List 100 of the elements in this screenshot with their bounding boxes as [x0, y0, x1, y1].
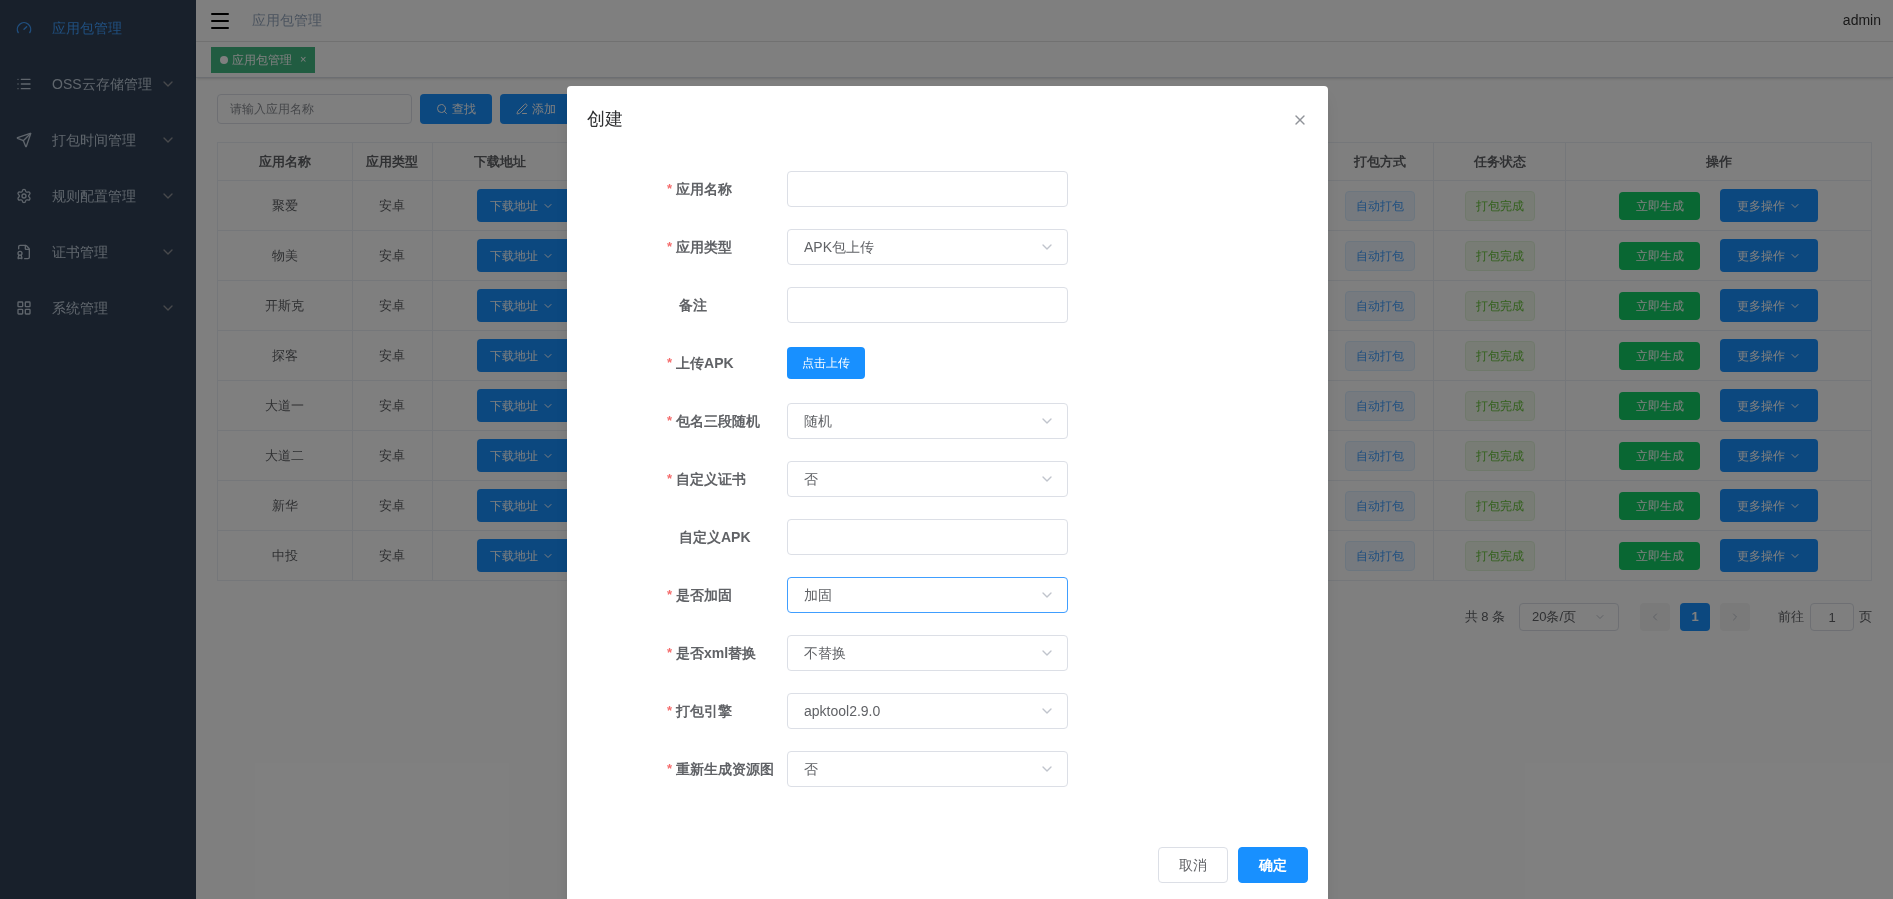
column-header: 操作: [1705, 153, 1732, 169]
field-label: 是否加固: [676, 585, 733, 605]
download-dropdown[interactable]: 下载地址: [476, 189, 567, 222]
more-actions-dropdown[interactable]: 更多操作: [1720, 239, 1819, 272]
list-icon: [16, 76, 32, 92]
required-mark: *: [667, 644, 673, 663]
select-field[interactable]: apktool2.9.0: [787, 693, 1068, 729]
required-mark: *: [667, 354, 673, 373]
select-field[interactable]: 随机: [787, 403, 1068, 439]
required-mark: *: [667, 412, 673, 431]
generate-button[interactable]: 立即生成: [1619, 391, 1701, 420]
required-mark: *: [667, 760, 673, 779]
download-dropdown[interactable]: 下载地址: [476, 289, 567, 322]
more-actions-dropdown[interactable]: 更多操作: [1720, 439, 1819, 472]
sidebar-item[interactable]: 应用包管理: [0, 0, 196, 56]
method-tag: 自动打包: [1345, 490, 1416, 521]
download-dropdown[interactable]: 下载地址: [476, 339, 567, 372]
sidebar-item[interactable]: 规则配置管理: [0, 168, 196, 224]
text-field[interactable]: [787, 171, 1068, 207]
download-dropdown[interactable]: 下载地址: [476, 239, 567, 272]
tag-close[interactable]: ×: [300, 51, 307, 68]
field-label: 应用类型: [676, 237, 733, 257]
required-mark: *: [667, 586, 673, 605]
text-field[interactable]: [787, 287, 1068, 323]
status-tag: 打包完成: [1464, 240, 1535, 271]
user-name[interactable]: admin: [1842, 10, 1881, 31]
status-tag: 打包完成: [1464, 390, 1535, 421]
gear-icon: [16, 188, 32, 204]
table-cell: 安卓: [379, 497, 406, 513]
more-actions-dropdown[interactable]: 更多操作: [1720, 189, 1819, 222]
status-tag: 打包完成: [1464, 290, 1535, 321]
field-label: 打包引擎: [676, 701, 733, 721]
grid-icon: [16, 300, 32, 316]
dialog-button[interactable]: 确定: [1238, 847, 1308, 883]
select-field[interactable]: 否: [787, 751, 1068, 787]
generate-button[interactable]: 立即生成: [1619, 491, 1701, 520]
more-actions-dropdown[interactable]: 更多操作: [1720, 539, 1819, 572]
status-tag: 打包完成: [1464, 440, 1535, 471]
generate-button[interactable]: 立即生成: [1619, 241, 1701, 270]
select-field[interactable]: 否: [787, 461, 1068, 497]
required-mark: *: [667, 470, 673, 489]
sidebar-item[interactable]: 证书管理: [0, 224, 196, 280]
table-cell: 安卓: [379, 447, 406, 463]
field-label: 备注: [679, 295, 707, 315]
generate-button[interactable]: 立即生成: [1619, 291, 1701, 320]
status-tag: 打包完成: [1464, 340, 1535, 371]
toolbar-button[interactable]: 查找: [420, 94, 492, 124]
table-cell: 中投: [271, 547, 298, 563]
sidebar-item[interactable]: 打包时间管理: [0, 112, 196, 168]
upload-button[interactable]: 点击上传: [787, 347, 865, 379]
select-field[interactable]: 不替换: [787, 635, 1068, 671]
method-tag: 自动打包: [1345, 340, 1416, 371]
search-icon: [436, 103, 448, 115]
table-cell: 安卓: [379, 247, 406, 263]
sidebar-item[interactable]: OSS云存储管理: [0, 56, 196, 112]
document-icon: [16, 244, 32, 260]
method-tag: 自动打包: [1345, 390, 1416, 421]
table-cell: 开斯克: [265, 297, 305, 313]
column-header: 打包方式: [1354, 153, 1407, 169]
table-cell: 安卓: [379, 297, 406, 313]
download-dropdown[interactable]: 下载地址: [476, 489, 567, 522]
download-dropdown[interactable]: 下载地址: [476, 539, 567, 572]
status-tag: 打包完成: [1464, 540, 1535, 571]
field-label: 应用名称: [676, 179, 733, 199]
field-label: 自定义APK: [679, 527, 751, 547]
method-tag: 自动打包: [1345, 290, 1416, 321]
text-field[interactable]: [787, 519, 1068, 555]
dialog-button[interactable]: 取消: [1158, 847, 1228, 883]
page-button[interactable]: 1: [1680, 603, 1710, 631]
generate-button[interactable]: 立即生成: [1619, 341, 1701, 370]
column-header: 应用类型: [366, 153, 419, 169]
table-cell: 物美: [271, 247, 298, 263]
column-header: 下载地址: [473, 153, 526, 169]
method-tag: 自动打包: [1345, 190, 1416, 221]
generate-button[interactable]: 立即生成: [1619, 191, 1701, 220]
more-actions-dropdown[interactable]: 更多操作: [1720, 289, 1819, 322]
sidebar-item[interactable]: 系统管理: [0, 280, 196, 336]
generate-button[interactable]: 立即生成: [1619, 441, 1701, 470]
column-header: 应用名称: [258, 153, 311, 169]
method-tag: 自动打包: [1345, 240, 1416, 271]
table-cell: 安卓: [379, 397, 406, 413]
field-label: 是否xml替换: [676, 643, 757, 663]
required-mark: *: [667, 238, 673, 257]
select-field[interactable]: APK包上传: [787, 229, 1068, 265]
method-tag: 自动打包: [1345, 540, 1416, 571]
field-label: 自定义证书: [676, 469, 747, 489]
more-actions-dropdown[interactable]: 更多操作: [1720, 339, 1819, 372]
goto-page-field[interactable]: 1: [1810, 603, 1854, 631]
generate-button[interactable]: 立即生成: [1619, 541, 1701, 570]
download-dropdown[interactable]: 下载地址: [476, 389, 567, 422]
goto-label: 前往: [1778, 608, 1804, 627]
page-tag[interactable]: 应用包管理 ×: [211, 46, 316, 73]
more-actions-dropdown[interactable]: 更多操作: [1720, 489, 1819, 522]
download-dropdown[interactable]: 下载地址: [476, 439, 567, 472]
table-cell: 安卓: [379, 197, 406, 213]
select-field[interactable]: 加固: [787, 577, 1068, 613]
page-size-select[interactable]: 20条/页: [1519, 603, 1619, 631]
table-cell: 新华: [271, 497, 298, 513]
more-actions-dropdown[interactable]: 更多操作: [1720, 389, 1819, 422]
required-mark: *: [667, 702, 673, 721]
